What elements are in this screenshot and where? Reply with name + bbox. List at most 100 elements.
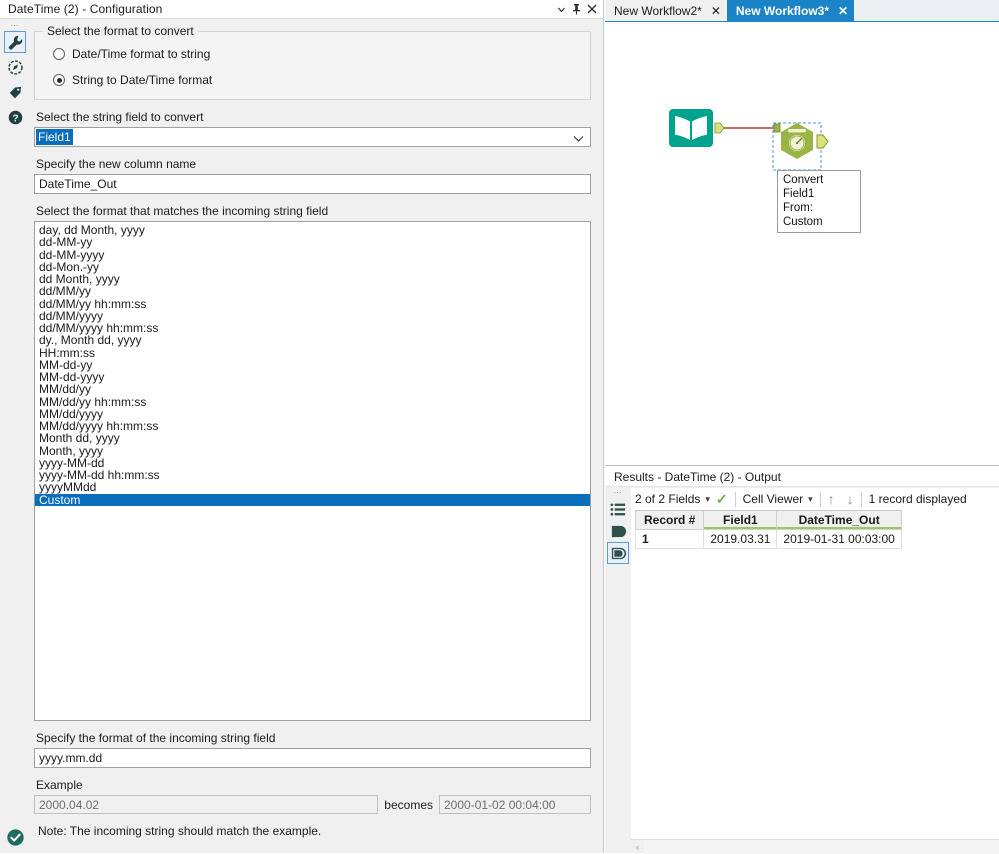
new-column-input[interactable]: DateTime_Out <box>34 174 591 194</box>
results-panel: Results - DateTime (2) - Output ⋯ 2 of 2… <box>605 467 999 854</box>
wrench-icon[interactable] <box>4 31 26 53</box>
format-list-item[interactable]: dd/MM/yy hh:mm:ss <box>35 297 590 310</box>
format-list-item[interactable]: MM/dd/yy <box>35 383 590 396</box>
format-list-item[interactable]: dd Month, yyyy <box>35 273 590 286</box>
format-list-item[interactable]: MM/dd/yy hh:mm:ss <box>35 395 590 408</box>
configuration-titlebar: DateTime (2) - Configuration <box>0 0 603 19</box>
note-text: Note: The incoming string should match t… <box>38 824 322 838</box>
table-column-header[interactable]: Field1 <box>703 510 778 530</box>
workflow-tab-3[interactable]: New Workflow3* ✕ <box>726 0 855 21</box>
table-cell-field1[interactable]: 2019.03.31 <box>703 529 778 549</box>
cell-viewer-selector[interactable]: Cell Viewer ▾ <box>743 492 813 506</box>
format-list-item[interactable]: dd-MM-yyyy <box>35 248 590 261</box>
scrollbar-track[interactable] <box>644 839 999 854</box>
chevron-down-icon[interactable]: ▾ <box>705 494 710 505</box>
workflow-canvas[interactable]: Convert Field1 From: Custom <box>605 23 999 466</box>
panel-title: DateTime (2) - Configuration <box>8 2 163 16</box>
compass-icon[interactable] <box>4 56 26 78</box>
input-data-tool-icon <box>669 109 713 147</box>
radio-button-unchecked-icon[interactable] <box>53 48 65 60</box>
fields-selector[interactable]: 2 of 2 Fields ▾ <box>635 492 710 506</box>
format-list-item[interactable]: HH:mm:ss <box>35 346 590 359</box>
table-column-header[interactable]: DateTime_Out <box>776 510 902 530</box>
tag-icon[interactable] <box>4 81 26 103</box>
results-table[interactable]: Record # Field1 DateTime_Out 1 2019.03.31 20… <box>634 510 902 549</box>
example-input-value: 2000.04.02 <box>34 795 379 814</box>
table-column-header[interactable]: Record # <box>634 510 705 530</box>
arrow-down-icon[interactable]: ↓ <box>847 491 854 507</box>
string-field-label: Select the string field to convert <box>36 110 204 124</box>
radio-date-to-string[interactable]: Date/Time format to string <box>53 47 580 61</box>
radio-date-to-string-label: Date/Time format to string <box>72 47 211 61</box>
format-list-item[interactable]: yyyy-MM-dd hh:mm:ss <box>35 469 590 482</box>
check-circle-icon <box>6 828 25 847</box>
chevron-down-icon[interactable] <box>573 132 584 146</box>
example-output-value: 2000-01-02 00:04:00 <box>439 795 591 814</box>
becomes-label: becomes <box>384 797 433 812</box>
results-title: Results - DateTime (2) - Output <box>605 467 999 487</box>
close-icon[interactable]: ✕ <box>838 5 848 17</box>
radio-string-to-date-label: String to Date/Time format <box>72 73 213 87</box>
format-listbox[interactable]: day, dd Month, yyyy dd-MM-yy dd-MM-yyyy dd-… <box>34 221 591 721</box>
format-list-item[interactable]: Month, yyyy <box>35 444 590 457</box>
format-to-convert-legend: Select the format to convert <box>43 24 198 38</box>
custom-format-label: Specify the format of the incoming strin… <box>36 731 276 745</box>
workflow-pane: New Workflow2* ✕ New Workflow3* ✕ Conver… <box>605 0 999 854</box>
close-icon[interactable] <box>584 2 599 17</box>
node-annotation-box[interactable]: Convert Field1 From: Custom <box>777 170 861 233</box>
example-row: 2000.04.02 becomes 2000-01-02 00:04:00 <box>34 795 591 814</box>
toolbar-separator <box>734 491 736 507</box>
results-toolbar: 2 of 2 Fields ▾ ✓ Cell Viewer ▾ ↑ ↓ 1 re… <box>631 488 999 510</box>
chevron-down-icon[interactable]: ▾ <box>808 494 813 505</box>
table-cell-datetime-out[interactable]: 2019-01-31 00:03:00 <box>776 529 902 549</box>
scroll-left-icon[interactable]: ‹ <box>631 842 644 852</box>
results-rail-grip[interactable]: ⋯ <box>614 489 623 498</box>
string-field-value: Field1 <box>36 129 73 145</box>
radio-button-checked-icon[interactable] <box>53 74 65 86</box>
format-list-item[interactable]: MM-dd-yy <box>35 358 590 371</box>
configuration-panel: DateTime (2) - Configuration ⋯ ? Select … <box>0 0 604 853</box>
format-list-item[interactable]: dd-MM-yy <box>35 236 590 249</box>
pin-icon[interactable] <box>569 2 584 17</box>
table-cell-record[interactable]: 1 <box>634 529 705 549</box>
svg-text:?: ? <box>12 113 18 124</box>
radio-string-to-date[interactable]: String to Date/Time format <box>53 73 580 87</box>
close-icon[interactable]: ✕ <box>711 5 721 17</box>
output-anchor-icon <box>714 122 725 134</box>
workflow-tab-2[interactable]: New Workflow2* ✕ <box>605 0 727 21</box>
check-icon[interactable]: ✓ <box>716 491 728 508</box>
configuration-icon-rail: ⋯ ? <box>0 19 30 853</box>
output-anchor-icon[interactable] <box>607 542 629 564</box>
workflow-tabbar: New Workflow2* ✕ New Workflow3* ✕ <box>605 0 999 22</box>
workflow-tab-2-label: New Workflow2* <box>614 3 702 18</box>
custom-format-input[interactable]: yyyy.mm.dd <box>34 748 591 768</box>
format-list-item[interactable]: Custom <box>35 493 590 506</box>
format-list-label: Select the format that matches the incom… <box>36 204 329 218</box>
table-row[interactable]: 1 2019.03.31 2019-01-31 00:03:00 <box>634 529 902 549</box>
format-list-item[interactable]: dy., Month dd, yyyy <box>35 334 590 347</box>
output-anchor-icon <box>816 134 829 149</box>
horizontal-scrollbar[interactable]: ‹ <box>631 839 999 854</box>
arrow-up-icon[interactable]: ↑ <box>828 491 835 507</box>
help-icon[interactable]: ? <box>4 106 26 128</box>
list-view-icon[interactable] <box>607 498 629 520</box>
input-anchor-icon <box>773 123 781 133</box>
format-list-item[interactable]: day, dd Month, yyyy <box>35 224 590 237</box>
format-list-item[interactable]: dd/MM/yy <box>35 285 590 298</box>
cell-viewer-label: Cell Viewer <box>742 492 804 506</box>
rail-grip[interactable]: ⋯ <box>11 22 20 31</box>
results-icon-rail: ⋯ <box>605 488 631 853</box>
string-field-select[interactable]: Field1 <box>34 127 591 147</box>
workflow-tab-3-label: New Workflow3* <box>735 3 830 18</box>
format-to-convert-group: Select the format to convert Date/Time f… <box>34 24 591 100</box>
format-list-item[interactable]: yyyyMMdd <box>35 481 590 494</box>
note-row: Note: The incoming string should match t… <box>34 824 591 838</box>
format-list-item[interactable]: MM-dd-yyyy <box>35 371 590 384</box>
datetime-tool-icon <box>781 123 813 159</box>
format-list-item[interactable]: Month dd, yyyy <box>35 432 590 445</box>
toolbar-separator <box>860 491 862 507</box>
input-anchor-icon[interactable] <box>607 520 629 542</box>
tabbar-filler <box>854 0 999 21</box>
new-column-label: Specify the new column name <box>36 157 197 171</box>
dropdown-icon[interactable] <box>554 2 569 17</box>
